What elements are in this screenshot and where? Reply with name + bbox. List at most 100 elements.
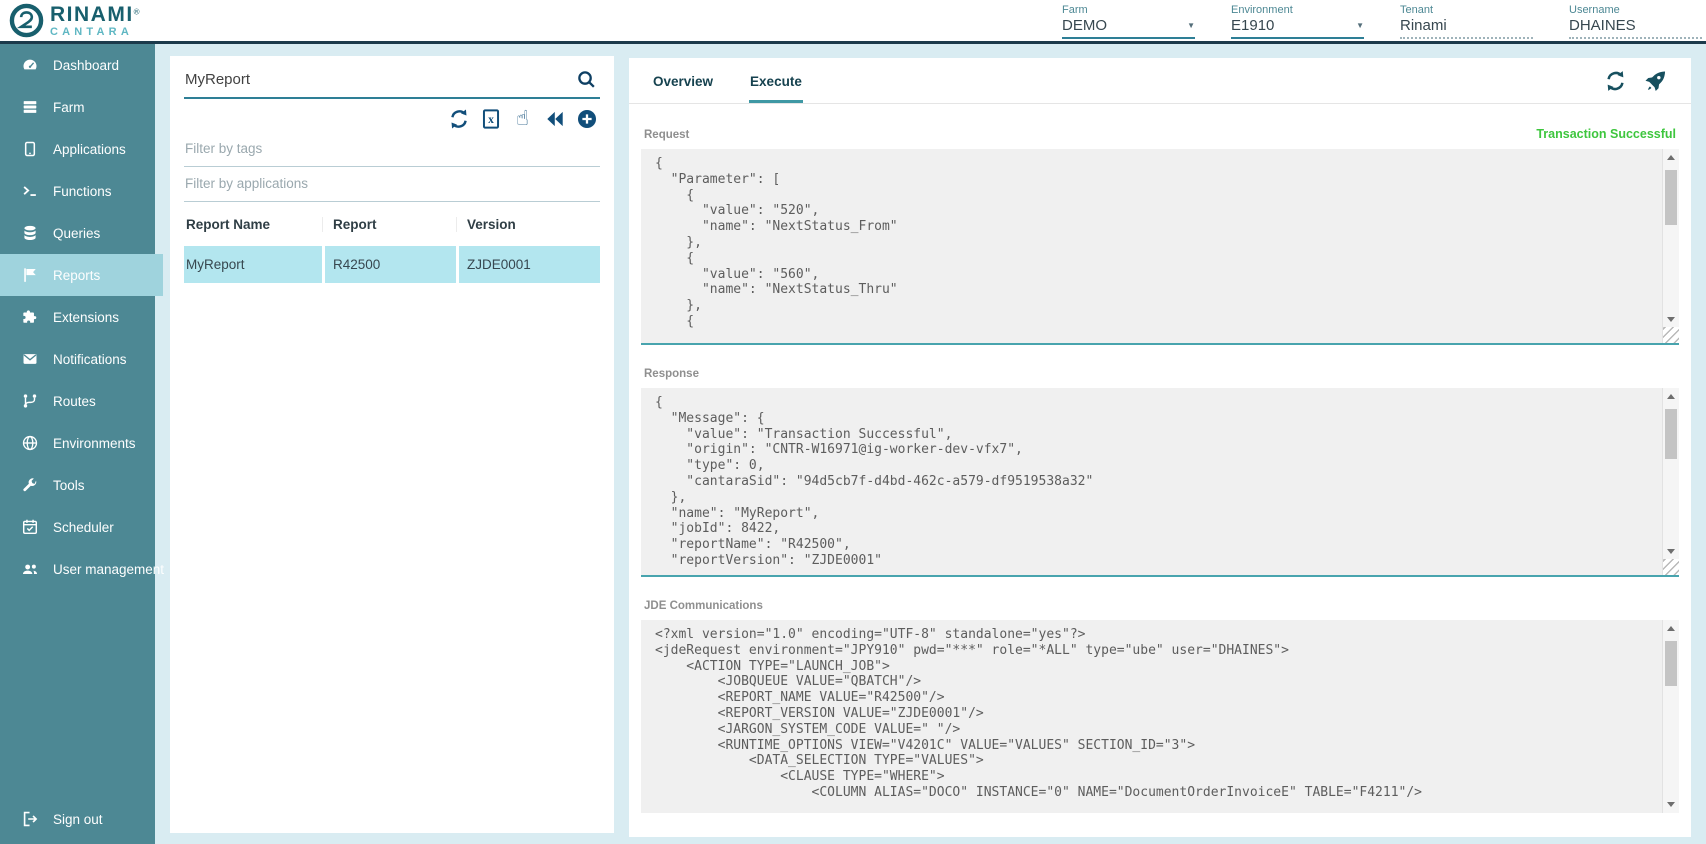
jde-communications-section-head: JDE Communications <box>644 600 1676 612</box>
tab-overview[interactable]: Overview <box>652 58 714 103</box>
logo-subbrand: CANTARA <box>50 27 140 38</box>
response-scrollbar[interactable] <box>1662 388 1679 575</box>
sidebar-item-label: Functions <box>53 184 112 199</box>
sidebar-item-label: Notifications <box>53 352 127 367</box>
farm-field: Farm DEMO ▼ <box>1062 4 1195 39</box>
tenant-label: Tenant <box>1400 4 1533 16</box>
farm-icon <box>21 98 39 116</box>
filter-applications-input[interactable] <box>184 167 600 202</box>
farm-select[interactable]: DEMO ▼ <box>1062 17 1195 39</box>
detail-action-icons <box>1604 58 1667 103</box>
logo-brand: RINAMI <box>50 3 134 26</box>
sidebar-item-tools[interactable]: Tools <box>0 464 155 506</box>
svg-text:x: x <box>488 114 494 126</box>
scrollbar-thumb[interactable] <box>1665 409 1677 459</box>
sidebar-item-label: Tools <box>53 478 85 493</box>
scroll-up-icon[interactable] <box>1667 394 1675 399</box>
sidebar-item-label: Routes <box>53 394 96 409</box>
sidebar-item-label: Farm <box>53 100 85 115</box>
refresh-icon[interactable] <box>447 107 470 130</box>
sidebar-item-environments[interactable]: Environments <box>0 422 155 464</box>
response-textarea[interactable]: { "Message": { "value": "Transaction Suc… <box>641 388 1679 577</box>
excel-export-icon[interactable]: x <box>479 107 502 130</box>
request-label: Request <box>644 129 689 141</box>
sign-out-icon <box>21 810 39 828</box>
request-textarea[interactable]: { "Parameter": [ { "value": "520", "name… <box>641 149 1679 345</box>
reports-flag-icon <box>21 266 39 284</box>
detail-tabbar: Overview Execute <box>629 58 1691 104</box>
environment-value: E1910 <box>1231 17 1274 34</box>
sidebar-item-label: Scheduler <box>53 520 114 535</box>
sidebar-item-label: User management <box>53 562 164 577</box>
jde-scrollbar[interactable] <box>1662 620 1679 813</box>
scroll-down-icon[interactable] <box>1667 802 1675 807</box>
logo-text: RINAMI® CANTARA <box>50 4 140 38</box>
sidebar-item-queries[interactable]: Queries <box>0 212 155 254</box>
report-detail-panel: Overview Execute Request Transaction Suc… <box>629 58 1691 837</box>
sidebar-item-extensions[interactable]: Extensions <box>0 296 155 338</box>
tab-execute[interactable]: Execute <box>749 58 803 103</box>
sidebar-item-applications[interactable]: Applications <box>0 128 155 170</box>
sidebar-item-functions[interactable]: Functions <box>0 170 155 212</box>
execute-tab-content: Request Transaction Successful { "Parame… <box>629 127 1691 813</box>
scrollbar-thumb[interactable] <box>1665 641 1677 686</box>
sidebar-item-dashboard[interactable]: Dashboard <box>0 44 155 86</box>
environment-field: Environment E1910 ▼ <box>1231 4 1364 39</box>
scrollbar-thumb[interactable] <box>1665 170 1677 225</box>
search-icon[interactable] <box>576 69 597 90</box>
jde-communications-textarea[interactable]: <?xml version="1.0" encoding="UTF-8" sta… <box>641 620 1679 813</box>
resize-grip[interactable] <box>1663 327 1679 343</box>
filter-tags-input[interactable] <box>184 132 600 167</box>
report-search-row <box>184 62 600 99</box>
reports-table: Report Name Report Version MyReport R425… <box>184 204 600 283</box>
sidebar-item-routes[interactable]: Routes <box>0 380 155 422</box>
transaction-status-badge: Transaction Successful <box>1536 127 1676 141</box>
sidebar-item-scheduler[interactable]: Scheduler <box>0 506 155 548</box>
username-field: Username DHAINES <box>1569 4 1702 39</box>
scroll-down-icon[interactable] <box>1667 549 1675 554</box>
app-logo[interactable]: RINAMI® CANTARA <box>9 3 140 38</box>
response-label: Response <box>644 368 699 380</box>
report-toolbar: x ☝ <box>184 99 600 132</box>
sidebar-item-user-management[interactable]: User management <box>0 548 155 590</box>
cell-version: ZJDE0001 <box>456 246 600 283</box>
report-search-input[interactable] <box>184 62 564 97</box>
response-json: { "Message": { "value": "Transaction Suc… <box>655 395 1649 569</box>
environment-select[interactable]: E1910 ▼ <box>1231 17 1364 39</box>
column-header-version: Version <box>456 217 600 232</box>
applications-icon <box>21 140 39 158</box>
request-scrollbar[interactable] <box>1662 149 1679 343</box>
farm-value: DEMO <box>1062 17 1107 34</box>
sidebar-item-label: Extensions <box>53 310 119 325</box>
request-json: { "Parameter": [ { "value": "520", "name… <box>655 156 1649 330</box>
user-management-icon <box>21 560 39 578</box>
scroll-up-icon[interactable] <box>1667 626 1675 631</box>
table-row-myreport[interactable]: MyReport R42500 ZJDE0001 <box>184 246 600 283</box>
response-section-head: Response <box>644 368 1676 380</box>
rewind-icon[interactable] <box>543 107 566 130</box>
sidebar-item-label: Environments <box>53 436 136 451</box>
column-header-report-name: Report Name <box>184 217 322 232</box>
rocket-icon[interactable] <box>1644 69 1667 92</box>
sign-out-label: Sign out <box>53 812 103 827</box>
cell-report-name: MyReport <box>184 246 322 283</box>
sidebar-item-notifications[interactable]: Notifications <box>0 338 155 380</box>
sign-out-button[interactable]: Sign out <box>0 798 155 840</box>
request-section-head: Request Transaction Successful <box>644 127 1676 141</box>
routes-icon <box>21 392 39 410</box>
scroll-up-icon[interactable] <box>1667 155 1675 160</box>
add-icon[interactable] <box>575 107 598 130</box>
refresh-icon[interactable] <box>1604 69 1627 92</box>
sidebar-item-reports[interactable]: Reports <box>0 254 163 296</box>
sidebar-item-farm[interactable]: Farm <box>0 86 155 128</box>
dashboard-icon <box>21 56 39 74</box>
resize-grip[interactable] <box>1663 559 1679 575</box>
column-header-report: Report <box>322 217 456 232</box>
queries-icon <box>21 224 39 242</box>
sidebar-item-label: Dashboard <box>53 58 119 73</box>
report-list-panel: x ☝ Report Name Report Version MyReport … <box>170 56 614 833</box>
chevron-down-icon: ▼ <box>1187 21 1195 30</box>
notifications-icon <box>21 350 39 368</box>
scroll-down-icon[interactable] <box>1667 317 1675 322</box>
hand-pointer-icon[interactable]: ☝ <box>511 107 534 130</box>
